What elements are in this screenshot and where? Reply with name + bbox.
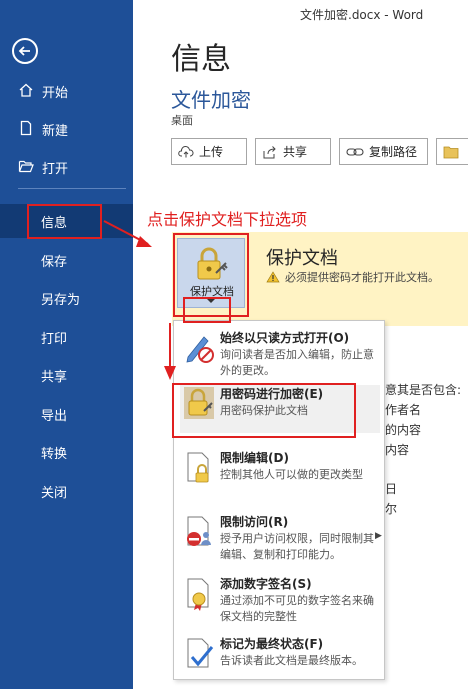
sidebar-item-transform[interactable]: 转换 bbox=[0, 435, 133, 469]
background-text: 的内容 bbox=[385, 423, 422, 437]
share-icon bbox=[263, 145, 276, 158]
home-icon bbox=[18, 82, 36, 100]
sidebar-item-save-as[interactable]: 另存为 bbox=[0, 281, 133, 315]
upload-button[interactable]: 上传 bbox=[171, 138, 247, 165]
protect-document-desc-text: 必须提供密码才能打开此文档。 bbox=[285, 271, 439, 284]
document-name: 文件加密 bbox=[171, 88, 251, 112]
menu-item-mark-as-final[interactable]: 标记为最终状态(F) 告诉读者此文档是最终版本。 bbox=[180, 635, 380, 675]
sidebar-item-label: 关闭 bbox=[41, 485, 68, 501]
sidebar-item-label: 打开 bbox=[42, 161, 69, 177]
background-text: 意其是否包含: bbox=[385, 383, 462, 397]
menu-item-title: 限制编辑(D) bbox=[220, 451, 289, 465]
pencil-no-edit-icon bbox=[186, 336, 214, 363]
sidebar-item-label: 转换 bbox=[41, 446, 68, 462]
annotation-box-info bbox=[27, 204, 102, 239]
warning-icon bbox=[266, 271, 280, 283]
background-text: 日 bbox=[385, 482, 398, 496]
sidebar-item-label: 保存 bbox=[41, 254, 68, 270]
open-folder-icon bbox=[18, 158, 36, 176]
menu-item-title: 始终以只读方式打开(O) bbox=[220, 331, 350, 345]
window-title: 文件加密.docx - Word bbox=[300, 8, 424, 22]
document-lock-icon bbox=[187, 452, 209, 483]
sidebar-item-export[interactable]: 导出 bbox=[0, 397, 133, 431]
sidebar-item-new[interactable]: 新建 bbox=[0, 112, 133, 146]
menu-item-add-digital-signature[interactable]: 添加数字签名(S) 通过添加不可见的数字签名来确保文档的完整性 bbox=[180, 575, 380, 627]
new-document-icon bbox=[18, 120, 36, 138]
background-text: 尔 bbox=[385, 502, 398, 516]
chevron-right-icon: ▶ bbox=[375, 531, 382, 541]
menu-item-title: 限制访问(R) bbox=[220, 515, 289, 529]
copy-path-button[interactable]: 复制路径 bbox=[339, 138, 428, 165]
menu-item-description: 询问读者是否加入编辑，防止意外的更改。 bbox=[220, 348, 374, 377]
menu-item-title: 标记为最终状态(F) bbox=[220, 637, 324, 651]
sidebar-item-label: 另存为 bbox=[41, 292, 81, 308]
sidebar-item-open[interactable]: 打开 bbox=[0, 150, 133, 184]
menu-item-description: 授予用户访问权限，同时限制其编辑、复制和打印能力。 bbox=[220, 532, 374, 561]
share-button-label: 共享 bbox=[283, 145, 308, 159]
menu-item-description: 控制其他人可以做的更改类型 bbox=[220, 468, 363, 481]
sidebar-item-label: 共享 bbox=[41, 369, 68, 385]
protect-document-dropdown: 始终以只读方式打开(O) 询问读者是否加入编辑，防止意外的更改。 用密码进行加密… bbox=[173, 320, 385, 680]
upload-cloud-icon bbox=[178, 145, 194, 157]
signature-ribbon-icon bbox=[187, 578, 209, 611]
sidebar-item-share[interactable]: 共享 bbox=[0, 358, 133, 392]
menu-item-restrict-access[interactable]: 限制访问(R) 授予用户访问权限，同时限制其编辑、复制和打印能力。 ▶ bbox=[180, 513, 382, 569]
sidebar-item-home[interactable]: 开始 bbox=[0, 74, 133, 108]
background-text: 内容 bbox=[385, 443, 410, 457]
annotation-box-dropdown-arrow bbox=[183, 297, 231, 323]
sidebar-divider bbox=[18, 188, 126, 189]
backstage-sidebar: 开始 新建 打开 信息 保存 另存为 打印 共享 导出 转换 关闭 bbox=[0, 0, 133, 689]
sidebar-item-close[interactable]: 关闭 bbox=[0, 474, 133, 508]
annotation-box-encrypt-item bbox=[172, 383, 356, 438]
sidebar-item-label: 导出 bbox=[41, 408, 68, 424]
protect-document-description: 必须提供密码才能打开此文档。 bbox=[266, 269, 439, 285]
copy-path-button-label: 复制路径 bbox=[369, 145, 418, 159]
final-checkmark-icon bbox=[187, 638, 214, 668]
upload-button-label: 上传 bbox=[199, 145, 224, 159]
sidebar-item-label: 新建 bbox=[42, 123, 69, 139]
open-file-location-button[interactable] bbox=[436, 138, 468, 165]
folder-icon bbox=[443, 146, 459, 158]
menu-item-description: 告诉读者此文档是最终版本。 bbox=[220, 654, 363, 667]
share-button[interactable]: 共享 bbox=[255, 138, 331, 165]
sidebar-item-label: 开始 bbox=[42, 85, 69, 101]
protect-document-title: 保护文档 bbox=[266, 248, 338, 269]
document-path: 桌面 bbox=[171, 114, 193, 127]
menu-item-restrict-editing[interactable]: 限制编辑(D) 控制其他人可以做的更改类型 bbox=[180, 449, 380, 501]
sidebar-item-print[interactable]: 打印 bbox=[0, 320, 133, 354]
menu-item-read-only[interactable]: 始终以只读方式打开(O) 询问读者是否加入编辑，防止意外的更改。 bbox=[180, 329, 380, 381]
sidebar-item-save[interactable]: 保存 bbox=[0, 243, 133, 277]
sidebar-item-label: 打印 bbox=[41, 331, 68, 347]
menu-item-title: 添加数字签名(S) bbox=[220, 577, 312, 591]
background-text: 作者名 bbox=[385, 403, 422, 417]
annotation-text: 点击保护文档下拉选项 bbox=[147, 210, 308, 229]
menu-item-description: 通过添加不可见的数字签名来确保文档的完整性 bbox=[220, 594, 374, 623]
page-title: 信息 bbox=[171, 42, 231, 77]
back-button[interactable] bbox=[12, 38, 38, 64]
restrict-access-icon bbox=[187, 516, 211, 546]
back-arrow-icon bbox=[18, 46, 30, 56]
link-icon bbox=[346, 147, 364, 156]
